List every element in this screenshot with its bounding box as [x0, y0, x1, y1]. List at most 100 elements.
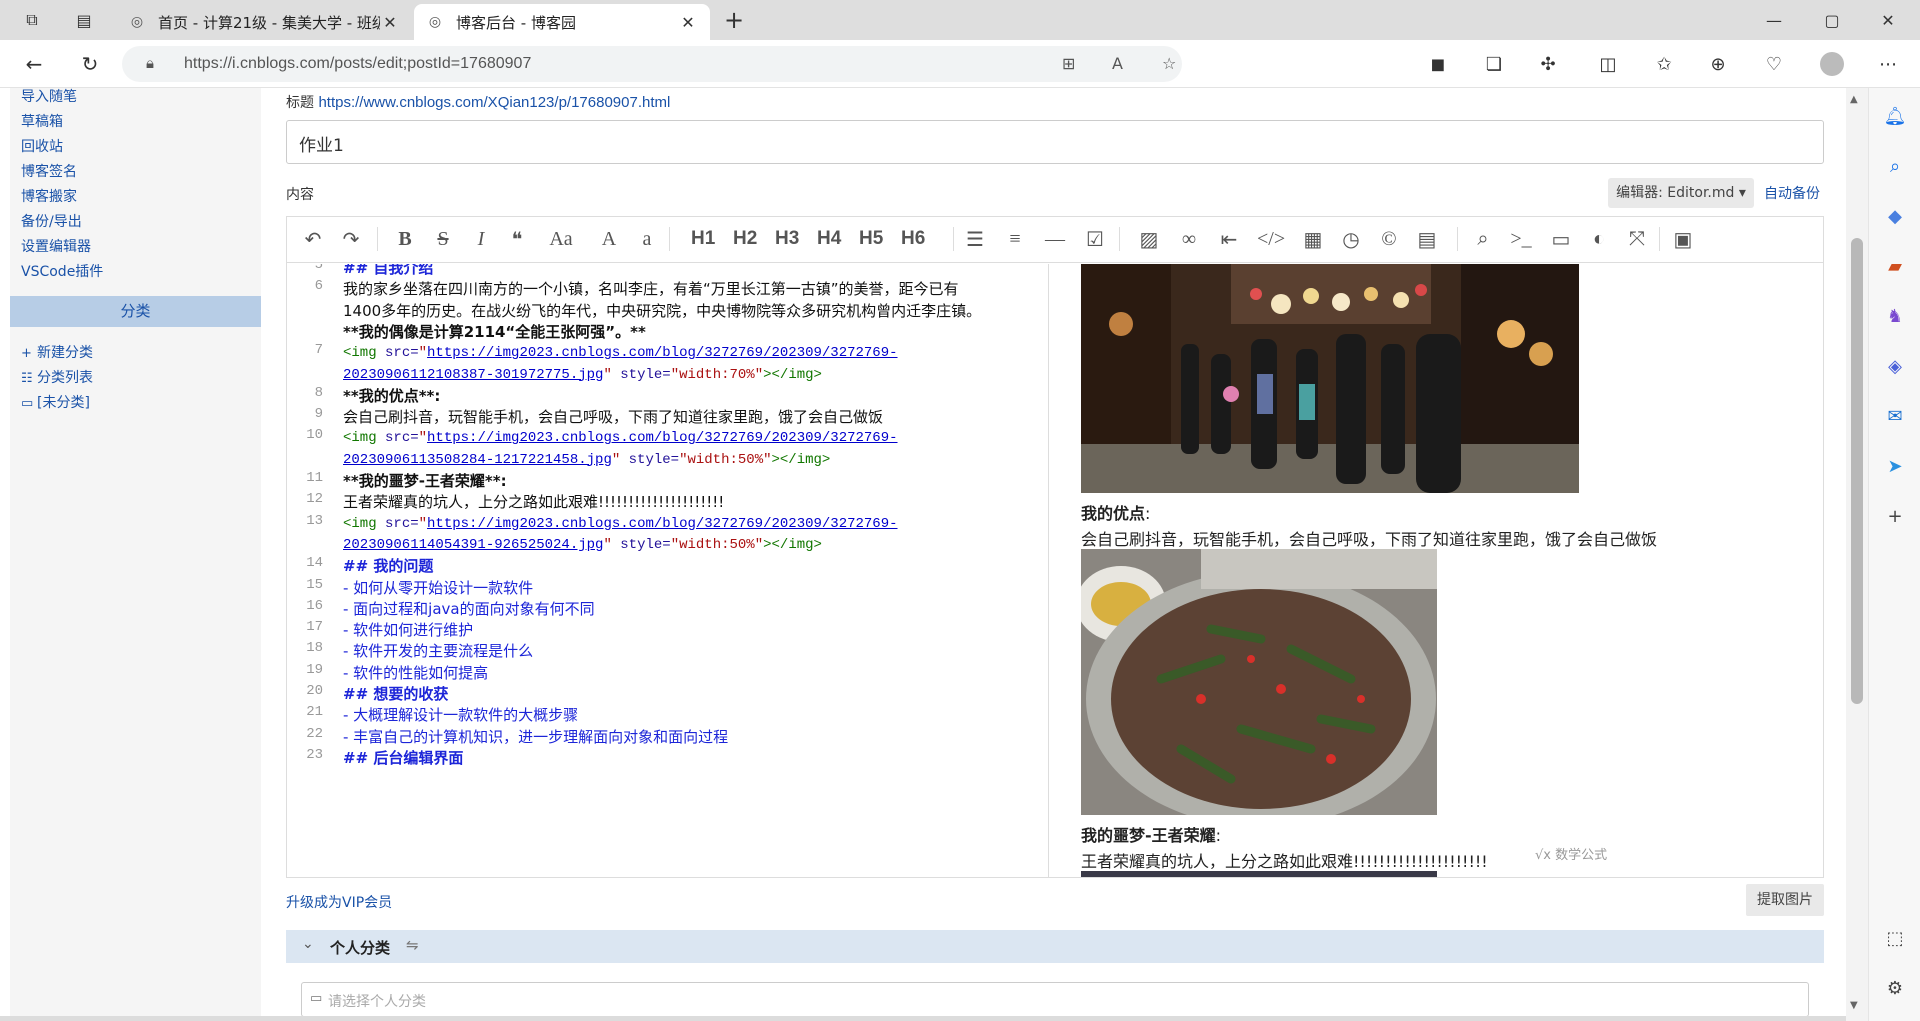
- search-icon[interactable]: ⌕: [1883, 154, 1907, 178]
- favorite-star-icon[interactable]: ☆: [1162, 54, 1176, 73]
- math-formula-hint[interactable]: √x 数学公式: [1535, 844, 1607, 863]
- post-url-link[interactable]: https://www.cnblogs.com/XQian123/p/17680…: [318, 94, 670, 111]
- h5-button[interactable]: H5: [859, 226, 883, 252]
- h4-button[interactable]: H4: [817, 226, 841, 252]
- undo-icon[interactable]: ↶: [301, 226, 325, 252]
- extension-icon[interactable]: ◼: [1426, 52, 1450, 76]
- sidebar-link-editor-settings[interactable]: 设置编辑器: [21, 236, 91, 256]
- page-scrollbar[interactable]: ▲ ▼: [1846, 88, 1868, 1021]
- sidebar-new-category[interactable]: + 新建分类: [21, 342, 93, 362]
- strikethrough-icon[interactable]: S: [431, 226, 455, 252]
- profile-avatar[interactable]: [1820, 52, 1844, 76]
- scroll-down-icon[interactable]: ▼: [1850, 1000, 1858, 1011]
- split-screen-icon[interactable]: ◫: [1596, 52, 1620, 76]
- shopping-tag-icon[interactable]: ◆: [1883, 204, 1907, 228]
- url-field[interactable]: 🔒︎ https://i.cnblogs.com/posts/edit;post…: [122, 46, 1182, 82]
- h3-button[interactable]: H3: [775, 226, 799, 252]
- uppercase-a-icon[interactable]: A: [597, 226, 621, 252]
- anchor-icon[interactable]: ⇤: [1217, 226, 1241, 252]
- checkbox-icon[interactable]: ☑: [1083, 226, 1107, 252]
- scroll-up-icon[interactable]: ▲: [1850, 94, 1858, 105]
- performance-heart-icon[interactable]: ♡: [1762, 52, 1786, 76]
- maximize-button[interactable]: ▢: [1812, 6, 1852, 34]
- auto-backup-link[interactable]: 自动备份: [1764, 183, 1820, 203]
- sidebar-uncategorized[interactable]: ▭ [未分类]: [21, 392, 90, 412]
- add-icon[interactable]: +: [1883, 504, 1907, 528]
- datetime-icon[interactable]: ◷: [1339, 226, 1363, 252]
- sidebar-link-backup[interactable]: 备份/导出: [21, 211, 82, 231]
- new-tab-button[interactable]: +: [722, 6, 746, 34]
- read-aloud-icon[interactable]: A: [1112, 54, 1123, 73]
- code-icon[interactable]: </>: [1257, 226, 1285, 252]
- uppercase-icon[interactable]: Aa: [549, 226, 573, 252]
- back-arrow-icon[interactable]: ←: [20, 50, 48, 78]
- table-icon[interactable]: ▦: [1301, 226, 1325, 252]
- send-icon[interactable]: ➤: [1883, 454, 1907, 478]
- h1-button[interactable]: H1: [691, 226, 715, 252]
- close-window-button[interactable]: ✕: [1868, 6, 1908, 34]
- search-icon[interactable]: ⌕: [1471, 226, 1495, 252]
- italic-icon[interactable]: I: [469, 226, 493, 252]
- quote-icon[interactable]: ❝: [505, 226, 529, 252]
- code-token: ## 自我介绍: [343, 264, 434, 277]
- tools-briefcase-icon[interactable]: ▰: [1883, 254, 1907, 278]
- tab-actions-icon[interactable]: ▤: [72, 8, 96, 32]
- collections-icon[interactable]: ❏: [1482, 52, 1506, 76]
- games-icon[interactable]: ♞: [1883, 304, 1907, 328]
- h2-button[interactable]: H2: [733, 226, 757, 252]
- sidebar-link-recycle[interactable]: 回收站: [21, 136, 63, 156]
- bold-icon[interactable]: B: [393, 226, 417, 252]
- refresh-icon[interactable]: ↻: [76, 50, 104, 78]
- save-icon[interactable]: ▣: [1671, 226, 1695, 252]
- personal-category-panel[interactable]: ⌄ 个人分类 ⇋: [286, 930, 1824, 963]
- lowercase-a-icon[interactable]: a: [635, 226, 659, 252]
- fullscreen-icon[interactable]: ⤧: [1625, 226, 1649, 252]
- markdown-source-pane[interactable]: 5 ## 自我介绍 6 我的家乡坐落在四川南方的一个小镇，名叫李庄，有着“万里长江第一…: [287, 264, 1049, 877]
- browser-tab-active[interactable]: ◎ 博客后台 - 博客园 ✕: [414, 4, 710, 40]
- outlook-icon[interactable]: ✉: [1883, 404, 1907, 428]
- pagebreak-icon[interactable]: ▤: [1415, 226, 1439, 252]
- title-input[interactable]: 作业1: [286, 120, 1824, 164]
- more-menu-icon[interactable]: ⋯: [1876, 52, 1900, 76]
- sidebar-category-list[interactable]: ☷ 分类列表: [21, 367, 93, 387]
- screenshot-icon[interactable]: ⬚: [1883, 926, 1907, 950]
- redo-icon[interactable]: ↷: [339, 226, 363, 252]
- workspaces-icon[interactable]: ⧉: [20, 8, 44, 32]
- collapse-chevron-icon[interactable]: ⌄: [302, 936, 314, 952]
- hide-preview-icon[interactable]: ◐: [1587, 226, 1611, 252]
- preview-strength-text: 会自己刷抖音，玩智能手机，会自己呼吸，下雨了知道往家里跑，饿了会自己做饭: [1081, 530, 1658, 549]
- category-select[interactable]: ▭ 请选择个人分类: [301, 982, 1809, 1017]
- notification-bell-icon[interactable]: 🔔︎: [1883, 104, 1907, 128]
- sidebar-link-vscode[interactable]: VSCode插件: [21, 261, 103, 281]
- preview-icon[interactable]: ▭: [1549, 226, 1573, 252]
- app-available-icon[interactable]: ⊞: [1062, 54, 1075, 73]
- vip-upgrade-link[interactable]: 升级成为VIP会员: [286, 892, 392, 912]
- settings-gear-icon[interactable]: ⚙: [1883, 976, 1907, 1000]
- browser-tab[interactable]: ◎ 首页 - 计算21级 - 集美大学 - 班级 ✕: [116, 4, 412, 40]
- sidebar-link-import[interactable]: 导入随笔: [21, 86, 77, 106]
- favorites-icon[interactable]: ✩: [1652, 52, 1676, 76]
- page-scroll-thumb[interactable]: [1851, 238, 1863, 704]
- extensions-puzzle-icon[interactable]: ✣: [1536, 52, 1560, 76]
- copyright-icon[interactable]: ©: [1377, 226, 1401, 252]
- ordered-list-icon[interactable]: ≡: [1003, 226, 1027, 252]
- image-icon[interactable]: ▨: [1137, 226, 1161, 252]
- line-number: 15: [306, 576, 323, 593]
- close-tab-icon[interactable]: ✕: [380, 13, 400, 32]
- sidebar-link-signature[interactable]: 博客签名: [21, 161, 77, 181]
- extract-images-button[interactable]: 提取图片: [1746, 884, 1824, 916]
- close-tab-icon[interactable]: ✕: [678, 13, 698, 32]
- unordered-list-icon[interactable]: ☰: [963, 226, 987, 252]
- sidebar-link-migrate[interactable]: 博客搬家: [21, 186, 77, 206]
- minimize-button[interactable]: —: [1754, 6, 1794, 34]
- h6-button[interactable]: H6: [901, 226, 925, 252]
- terminal-icon[interactable]: >_: [1509, 226, 1533, 252]
- code-text: ## 自我介绍: [343, 264, 433, 278]
- link-icon[interactable]: ∞: [1177, 226, 1201, 252]
- editor-select-button[interactable]: 编辑器: Editor.md ▾: [1608, 178, 1754, 208]
- swap-icon[interactable]: ⇋: [406, 936, 419, 954]
- microsoft365-icon[interactable]: ◈: [1883, 354, 1907, 378]
- collections-plus-icon[interactable]: ⊕: [1706, 52, 1730, 76]
- horizontal-rule-icon[interactable]: —: [1043, 226, 1067, 252]
- sidebar-link-drafts[interactable]: 草稿箱: [21, 111, 63, 131]
